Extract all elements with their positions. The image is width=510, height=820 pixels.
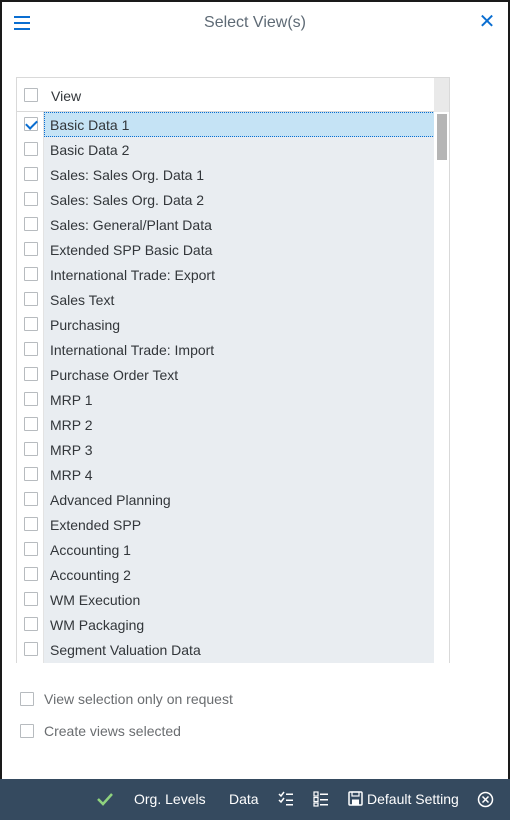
row-checkbox[interactable] bbox=[24, 517, 38, 531]
row-checkbox[interactable] bbox=[24, 417, 38, 431]
row-label: International Trade: Import bbox=[50, 342, 215, 358]
row-label: International Trade: Export bbox=[50, 267, 215, 283]
row-checkbox[interactable] bbox=[24, 117, 38, 131]
data-button[interactable]: Data bbox=[229, 779, 259, 820]
row-checkbox[interactable] bbox=[24, 592, 38, 606]
table-row[interactable]: MRP 2 bbox=[17, 412, 449, 437]
row-checkbox[interactable] bbox=[24, 392, 38, 406]
row-label: Extended SPP Basic Data bbox=[50, 242, 213, 258]
row-label: Accounting 1 bbox=[50, 542, 131, 558]
view-on-request-label: View selection only on request bbox=[44, 691, 233, 707]
table-row[interactable]: Basic Data 2 bbox=[17, 137, 449, 162]
row-label: MRP 1 bbox=[50, 392, 93, 408]
create-views-label: Create views selected bbox=[44, 723, 181, 739]
table-row[interactable]: Accounting 1 bbox=[17, 537, 449, 562]
table-row[interactable]: Advanced Planning bbox=[17, 487, 449, 512]
org-levels-button[interactable]: Org. Levels bbox=[134, 779, 206, 820]
row-checkbox[interactable] bbox=[24, 442, 38, 456]
views-table: View Basic Data 1 Basic Data 2 Sales: Sale… bbox=[16, 77, 450, 663]
list-icon bbox=[313, 791, 328, 807]
row-checkbox[interactable] bbox=[24, 617, 38, 631]
row-checkbox[interactable] bbox=[24, 567, 38, 581]
table-row[interactable]: Extended SPP bbox=[17, 512, 449, 537]
row-label: Basic Data 1 bbox=[50, 117, 130, 133]
row-label: MRP 4 bbox=[50, 467, 93, 483]
row-checkbox[interactable] bbox=[24, 342, 38, 356]
row-label: WM Execution bbox=[50, 592, 141, 608]
table-row[interactable]: WM Packaging bbox=[17, 612, 449, 637]
row-checkbox[interactable] bbox=[24, 317, 38, 331]
table-row[interactable]: MRP 3 bbox=[17, 437, 449, 462]
row-label: Segment Valuation Data bbox=[50, 642, 201, 658]
row-checkbox[interactable] bbox=[24, 192, 38, 206]
save-icon bbox=[348, 791, 363, 806]
table-row[interactable]: Purchase Order Text bbox=[17, 362, 449, 387]
row-label: Sales: General/Plant Data bbox=[50, 217, 212, 233]
dialog-header: Select View(s) ✕ bbox=[0, 0, 510, 48]
row-label: WM Packaging bbox=[50, 617, 145, 633]
table-row[interactable]: International Trade: Export bbox=[17, 262, 449, 287]
table-row[interactable]: WM Execution bbox=[17, 587, 449, 612]
scrollbar-header bbox=[434, 78, 449, 112]
vertical-scrollbar[interactable] bbox=[434, 112, 449, 663]
column-header-view: View bbox=[51, 88, 82, 104]
row-label: Purchase Order Text bbox=[50, 367, 179, 383]
table-row[interactable]: MRP 4 bbox=[17, 462, 449, 487]
dialog-title: Select View(s) bbox=[204, 14, 306, 31]
row-checkbox[interactable] bbox=[24, 467, 38, 481]
row-label: Purchasing bbox=[50, 317, 121, 333]
table-row[interactable]: Purchasing bbox=[17, 312, 449, 337]
table-row[interactable]: International Trade: Import bbox=[17, 337, 449, 362]
close-icon[interactable]: ✕ bbox=[478, 12, 496, 32]
row-checkbox[interactable] bbox=[24, 267, 38, 281]
row-label: Accounting 2 bbox=[50, 567, 131, 583]
row-label: Basic Data 2 bbox=[50, 142, 130, 158]
row-label: MRP 3 bbox=[50, 442, 93, 458]
table-header: View bbox=[17, 78, 449, 112]
table-row[interactable]: Sales: Sales Org. Data 2 bbox=[17, 187, 449, 212]
row-checkbox[interactable] bbox=[24, 542, 38, 556]
scrollbar-thumb[interactable] bbox=[437, 114, 447, 160]
table-row[interactable]: Extended SPP Basic Data bbox=[17, 237, 449, 262]
row-label: Advanced Planning bbox=[50, 492, 171, 508]
checklist-icon bbox=[278, 791, 293, 806]
row-checkbox[interactable] bbox=[24, 142, 38, 156]
table-row[interactable]: Accounting 2 bbox=[17, 562, 449, 587]
row-checkbox[interactable] bbox=[24, 292, 38, 306]
row-checkbox[interactable] bbox=[24, 242, 38, 256]
row-checkbox[interactable] bbox=[24, 642, 38, 656]
row-label: Sales Text bbox=[50, 292, 115, 308]
row-label: Extended SPP bbox=[50, 517, 142, 533]
table-row[interactable]: Sales: Sales Org. Data 1 bbox=[17, 162, 449, 187]
checkmark-icon bbox=[97, 793, 113, 806]
default-setting-label: Default Setting bbox=[367, 791, 459, 807]
select-all-checkbox[interactable] bbox=[24, 88, 38, 102]
row-checkbox[interactable] bbox=[24, 492, 38, 506]
row-checkbox[interactable] bbox=[24, 367, 38, 381]
view-on-request-checkbox[interactable] bbox=[20, 692, 34, 706]
row-checkbox[interactable] bbox=[24, 217, 38, 231]
table-row[interactable]: Segment Valuation Data bbox=[17, 637, 449, 662]
table-row[interactable]: MRP 1 bbox=[17, 387, 449, 412]
cancel-circle-icon bbox=[477, 791, 494, 808]
create-views-checkbox[interactable] bbox=[20, 724, 34, 738]
table-row[interactable]: Sales: General/Plant Data bbox=[17, 212, 449, 237]
table-row[interactable]: Basic Data 1 bbox=[17, 112, 449, 137]
row-label: MRP 2 bbox=[50, 417, 93, 433]
row-checkbox[interactable] bbox=[24, 167, 38, 181]
footer-toolbar: Org. Levels Data Default Setting bbox=[0, 779, 510, 820]
table-row[interactable]: Sales Text bbox=[17, 287, 449, 312]
row-label: Sales: Sales Org. Data 2 bbox=[50, 192, 205, 208]
row-label: Sales: Sales Org. Data 1 bbox=[50, 167, 205, 183]
